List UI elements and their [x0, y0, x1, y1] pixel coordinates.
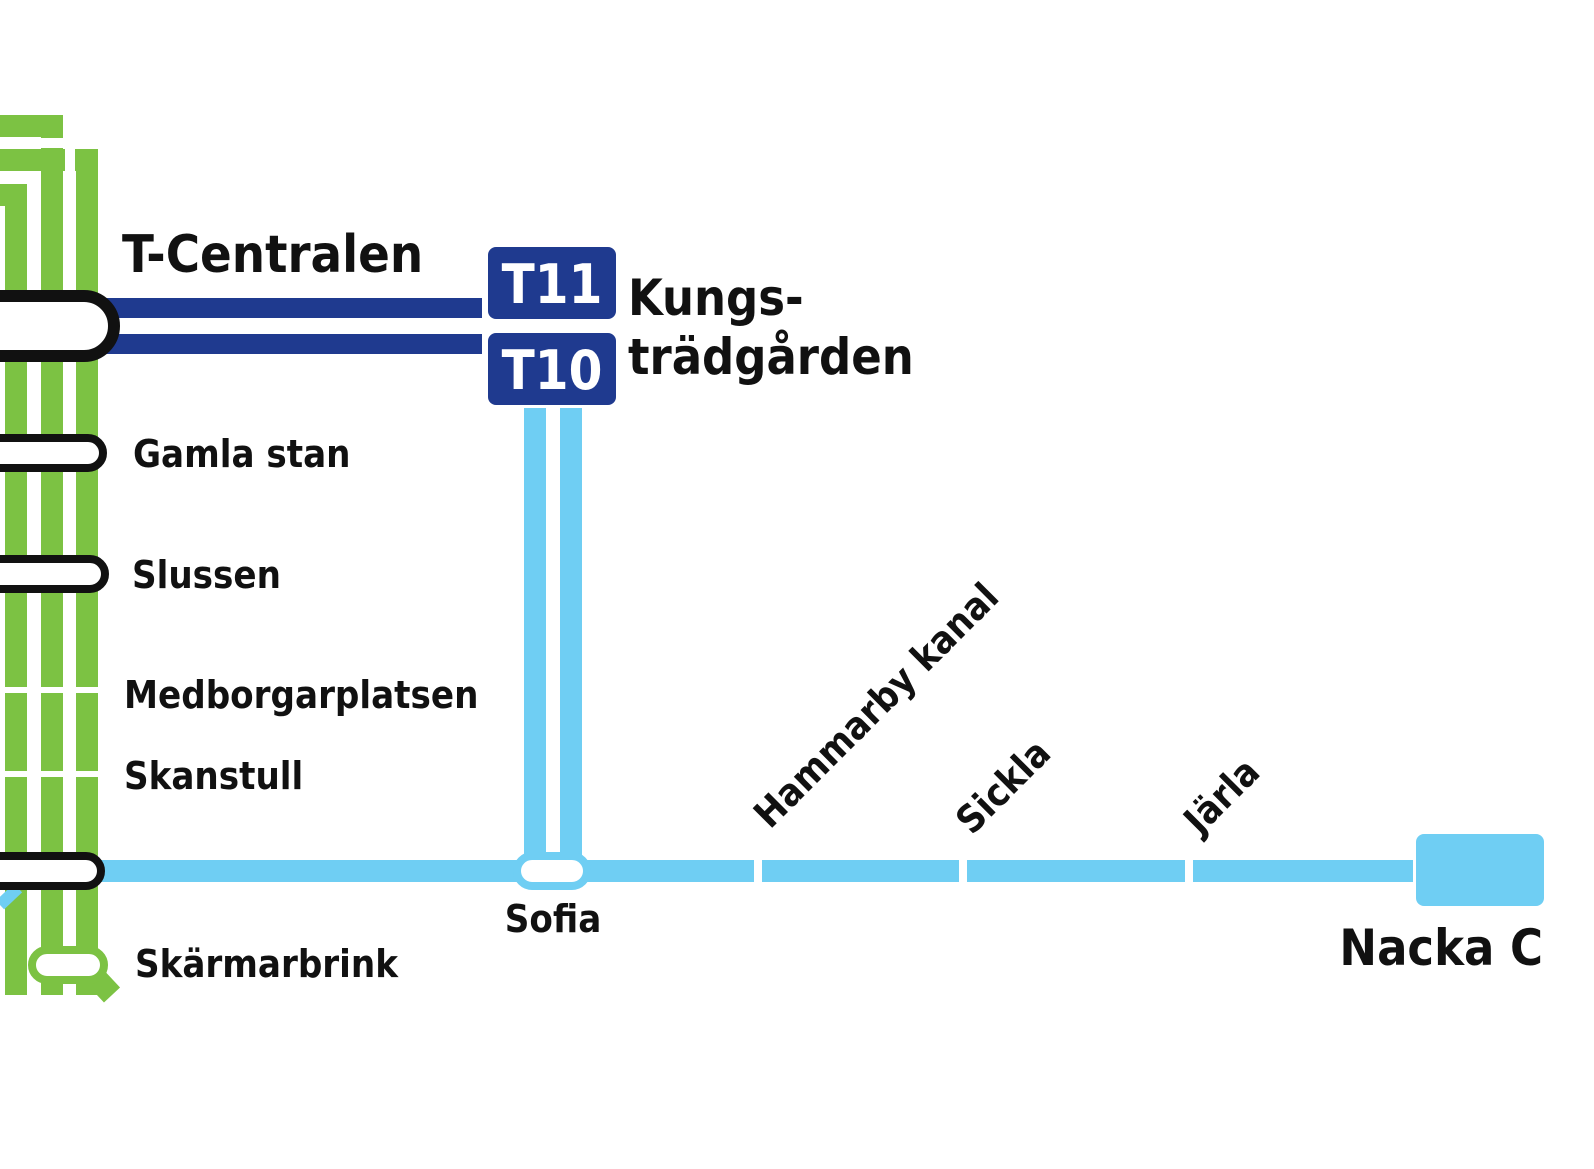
- station-label-nacka-c: Nacka C: [1339, 919, 1543, 977]
- junction-marker: [0, 852, 105, 890]
- t-centralen-marker: [0, 290, 120, 362]
- station-label-gamla-stan: Gamla stan: [133, 432, 351, 476]
- skarmarbrink-marker: [28, 946, 108, 984]
- station-label-sickla: Sickla: [947, 731, 1059, 843]
- light-blue-segment-1: [100, 860, 754, 882]
- slussen-marker: [0, 555, 109, 593]
- dark-blue-line-t11: [100, 298, 482, 318]
- station-label-slussen: Slussen: [132, 553, 281, 597]
- station-label-kungstradgarden-1: Kungs-: [628, 269, 804, 327]
- metro-map: T11 T10 T-Centralen Kungs- trädgården Ga…: [0, 115, 1544, 1003]
- light-blue-segment-2: [762, 860, 959, 882]
- badge-t10-label: T10: [502, 339, 603, 402]
- badge-t11: T11: [488, 247, 616, 319]
- sofia-marker: [513, 852, 591, 890]
- badge-t11-label: T11: [502, 253, 603, 316]
- dark-blue-line-t10: [100, 334, 482, 354]
- station-label-jarla: Järla: [1174, 749, 1268, 843]
- station-label-medborgarplatsen: Medborgarplatsen: [124, 673, 478, 717]
- gamla-stan-marker: [0, 434, 107, 472]
- light-blue-horizontal-group: [100, 834, 1544, 906]
- station-label-skarmarbrink: Skärmarbrink: [135, 942, 399, 986]
- station-label-sofia: Sofia: [505, 897, 602, 941]
- dark-blue-line-group: [100, 298, 482, 354]
- light-blue-segment-3: [967, 860, 1185, 882]
- light-blue-vertical-group: [524, 408, 582, 860]
- nacka-c-terminal: [1416, 834, 1544, 906]
- station-label-skanstull: Skanstull: [124, 754, 303, 798]
- station-label-t-centralen: T-Centralen: [122, 225, 423, 285]
- badge-t10: T10: [488, 333, 616, 405]
- station-label-kungstradgarden-2: trädgården: [628, 328, 914, 386]
- light-blue-segment-4: [1193, 860, 1413, 882]
